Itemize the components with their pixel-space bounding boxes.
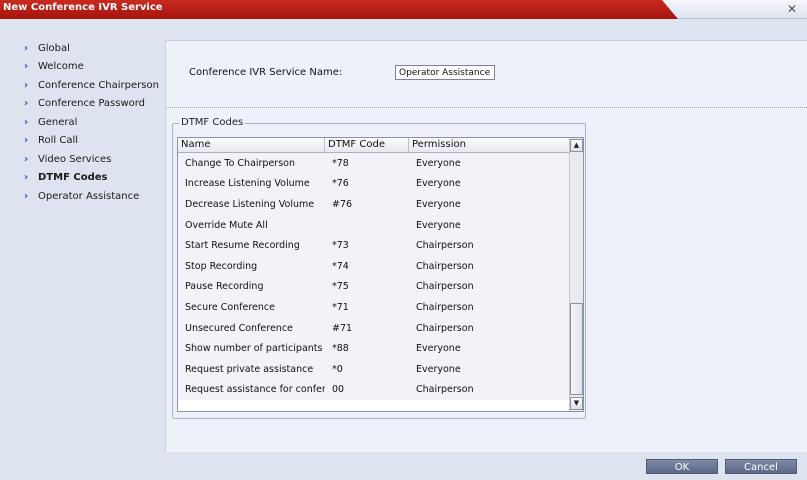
table-row[interactable]: Pause Recording *75 Chairperson	[178, 276, 571, 298]
dtmf-code-cell: #71	[332, 322, 353, 334]
chevron-right-icon: ›	[24, 190, 29, 202]
sidebar-item-conference-password[interactable]: › Conference Password	[0, 95, 165, 114]
chevron-right-icon: ›	[24, 79, 29, 91]
permission-cell: Everyone	[416, 343, 461, 355]
ok-button[interactable]: OK	[646, 459, 718, 474]
sidebar-item-label: General	[38, 116, 78, 128]
column-header-name[interactable]: Name	[178, 138, 325, 152]
scroll-down-icon[interactable]: ▼	[570, 397, 583, 410]
dtmf-code-cell: *75	[332, 281, 349, 293]
permission-cell: Everyone	[416, 157, 461, 169]
name-cell: Start Resume Recording	[185, 240, 300, 252]
service-name-label: Conference IVR Service Name:	[189, 67, 343, 78]
sidebar-item-video-services[interactable]: › Video Services	[0, 150, 165, 169]
name-cell: Stop Recording	[185, 260, 258, 272]
dtmf-code-cell: *71	[332, 301, 349, 313]
table-row[interactable]: Start Resume Recording *73 Chairperson	[178, 235, 571, 256]
sidebar-item-label: Conference Chairperson	[38, 79, 159, 91]
table-body: Change To Chairperson *78 Everyone Increase…	[178, 153, 571, 401]
sidebar-item-operator-assistance[interactable]: › Operator Assistance	[0, 187, 165, 206]
permission-cell: Chairperson	[416, 301, 474, 313]
chevron-right-icon: ›	[24, 42, 29, 54]
permission-cell: Everyone	[416, 178, 461, 190]
name-cell: Unsecured Conference	[185, 322, 293, 334]
column-header-dtmf-code[interactable]: DTMF Code	[325, 138, 409, 152]
sidebar-item-label: Welcome	[38, 61, 84, 73]
table-row[interactable]: Stop Recording *74 Chairperson	[178, 255, 571, 277]
dialog-body: › Global › Welcome › Conference Chairperson › C…	[0, 19, 807, 480]
name-cell: Change To Chairperson	[185, 157, 295, 169]
sidebar-item-roll-call[interactable]: › Roll Call	[0, 132, 165, 151]
chevron-right-icon: ›	[24, 98, 29, 110]
close-icon[interactable]: ✕	[787, 2, 797, 16]
table-row[interactable]: Request private assistance *0 Everyone	[178, 358, 571, 380]
scroll-up-icon[interactable]: ▲	[570, 139, 583, 152]
sidebar-item-general[interactable]: › General	[0, 113, 165, 132]
dtmf-code-cell: *88	[332, 343, 349, 355]
service-name-input[interactable]	[395, 65, 495, 80]
chevron-right-icon: ›	[24, 172, 29, 184]
table-row[interactable]: Increase Listening Volume *76 Everyone	[178, 173, 571, 195]
chevron-right-icon: ›	[24, 61, 29, 73]
chevron-right-icon: ›	[24, 116, 29, 128]
permission-cell: Everyone	[416, 363, 461, 375]
dtmf-code-cell: *78	[332, 157, 349, 169]
table-row[interactable]: Show number of participants *88 Everyone	[178, 338, 571, 359]
name-cell: Pause Recording	[185, 281, 264, 293]
name-cell: Increase Listening Volume	[185, 178, 310, 190]
separator	[166, 107, 807, 108]
chevron-right-icon: ›	[24, 135, 29, 147]
sidebar-item-global[interactable]: › Global	[0, 39, 165, 58]
dtmf-table: Name DTMF Code Permission Change To Chai…	[177, 137, 584, 412]
permission-cell: Everyone	[416, 198, 461, 210]
sidebar-item-conference-chairperson[interactable]: › Conference Chairperson	[0, 76, 165, 95]
window-title: New Conference IVR Service	[3, 2, 163, 13]
sidebar-item-label: Global	[38, 42, 70, 54]
sidebar-nav: › Global › Welcome › Conference Chairperson › C…	[0, 39, 165, 206]
name-cell: Secure Conference	[185, 301, 275, 313]
table-row[interactable]: Secure Conference *71 Chairperson	[178, 297, 571, 318]
sidebar-item-dtmf-codes[interactable]: › DTMF Codes	[0, 169, 165, 188]
table-row[interactable]: Unsecured Conference #71 Chairperson	[178, 317, 571, 339]
table-row[interactable]: Change To Chairperson *78 Everyone	[178, 153, 571, 174]
name-cell: Show number of participants	[185, 343, 323, 355]
permission-cell: Chairperson	[416, 384, 474, 396]
dtmf-group-title: DTMF Codes	[179, 117, 246, 128]
sidebar-item-label: Conference Password	[38, 98, 146, 110]
column-header-permission[interactable]: Permission	[409, 138, 571, 152]
table-row[interactable]: Override Mute All Everyone	[178, 214, 571, 236]
chevron-right-icon: ›	[24, 153, 29, 165]
dtmf-code-cell: 00	[332, 384, 345, 396]
table-row[interactable]: Decrease Listening Volume #76 Everyone	[178, 194, 571, 215]
permission-cell: Chairperson	[416, 322, 474, 334]
permission-cell: Chairperson	[416, 240, 474, 252]
name-cell: Request private assistance	[185, 363, 314, 375]
sidebar-item-label: Operator Assistance	[38, 190, 140, 202]
dtmf-code-cell: *73	[332, 240, 349, 252]
sidebar-item-label: Video Services	[38, 153, 112, 165]
scroll-thumb[interactable]	[570, 303, 583, 395]
cancel-button[interactable]: Cancel	[725, 459, 797, 474]
sidebar-item-welcome[interactable]: › Welcome	[0, 58, 165, 77]
permission-cell: Everyone	[416, 219, 461, 231]
main-panel: Conference IVR Service Name: DTMF Codes …	[165, 40, 807, 452]
dtmf-code-cell: *0	[332, 363, 343, 375]
sidebar-item-label: Roll Call	[38, 135, 79, 147]
name-cell: Request assistance for confer	[185, 384, 325, 396]
dtmf-code-cell: #76	[332, 198, 353, 210]
permission-cell: Chairperson	[416, 281, 474, 293]
table-header: Name DTMF Code Permission	[178, 138, 571, 153]
sidebar-item-label: DTMF Codes	[38, 172, 108, 184]
name-cell: Decrease Listening Volume	[185, 198, 315, 210]
table-row[interactable]: Request assistance for confer 00 Chairpers…	[178, 379, 571, 401]
vertical-scrollbar[interactable]: ▲ ▼	[569, 138, 583, 411]
dtmf-code-cell: *74	[332, 260, 349, 272]
title-bar: New Conference IVR Service ✕	[0, 0, 807, 19]
dtmf-code-cell: *76	[332, 178, 349, 190]
permission-cell: Chairperson	[416, 260, 474, 272]
name-cell: Override Mute All	[185, 219, 268, 231]
